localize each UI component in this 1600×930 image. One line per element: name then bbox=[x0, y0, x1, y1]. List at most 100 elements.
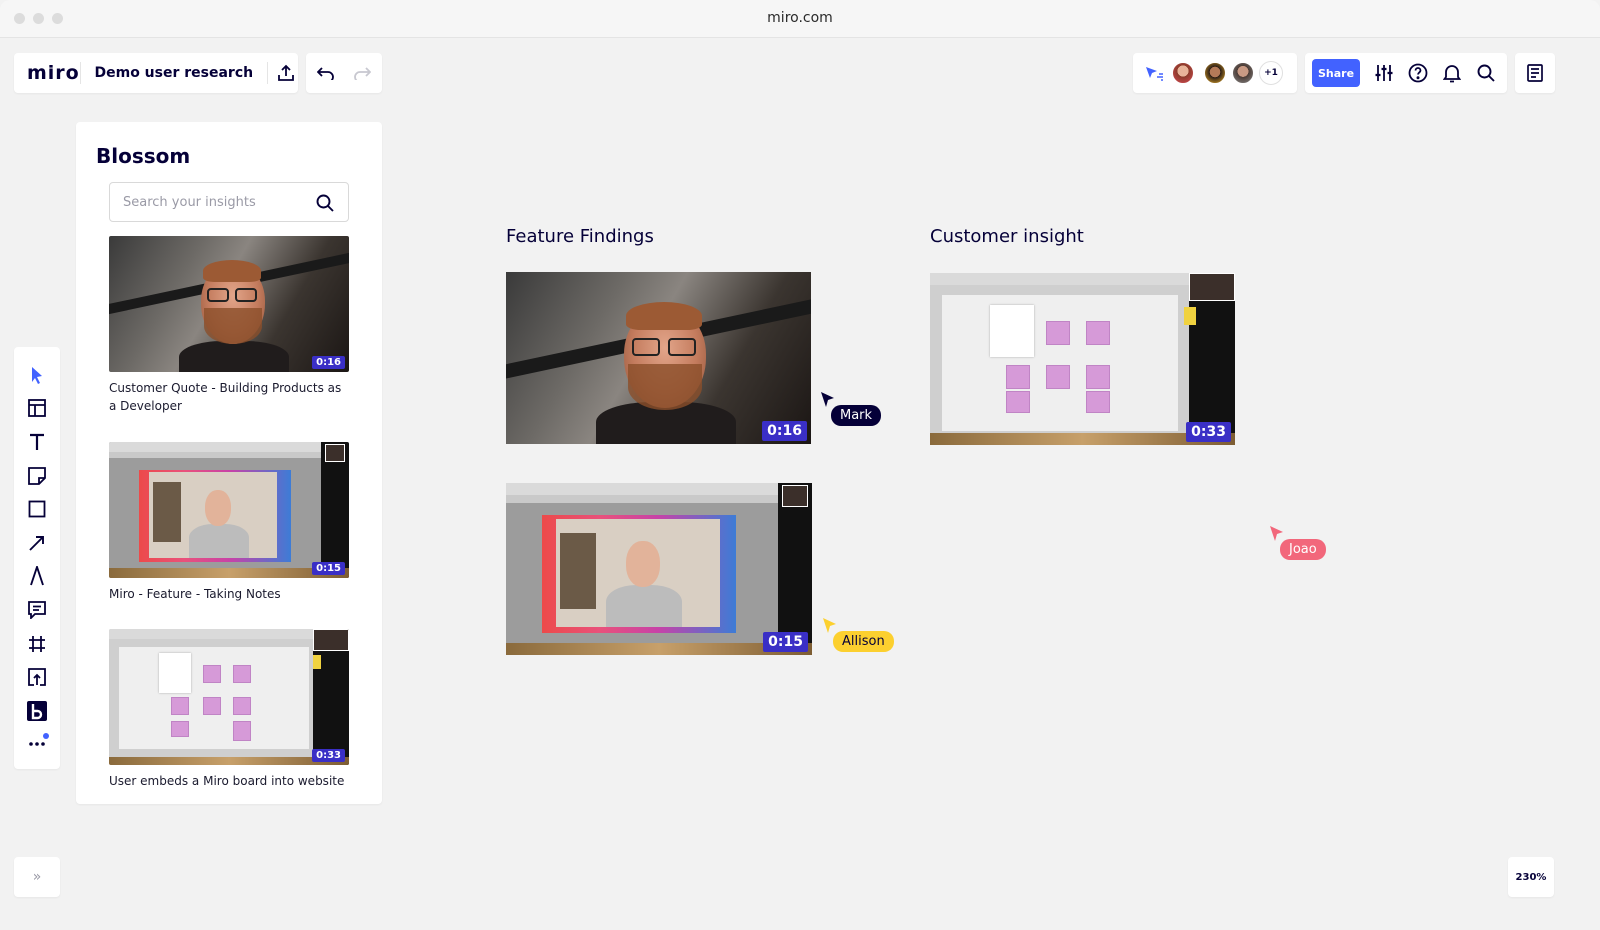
frame-title[interactable]: Feature Findings bbox=[506, 226, 654, 247]
connection-line-tool[interactable] bbox=[21, 526, 53, 560]
collaborators-panel: +1 bbox=[1133, 53, 1297, 93]
arrow-line-icon bbox=[29, 535, 44, 551]
face bbox=[626, 541, 660, 587]
shirt bbox=[179, 341, 289, 372]
card-caption: Customer Quote - Building Products as a … bbox=[109, 381, 342, 413]
share-button[interactable]: Share bbox=[1312, 59, 1360, 87]
frame-title[interactable]: Customer insight bbox=[930, 226, 1084, 247]
sticky bbox=[203, 697, 221, 715]
beard bbox=[628, 364, 702, 410]
context-menu bbox=[990, 305, 1034, 357]
help-icon bbox=[1408, 63, 1428, 83]
card-caption: User embeds a Miro board into website bbox=[109, 774, 345, 788]
export-button[interactable] bbox=[274, 57, 298, 89]
text-icon bbox=[30, 433, 44, 450]
shape-tool[interactable] bbox=[21, 492, 53, 526]
browser-bar bbox=[506, 483, 812, 495]
search-input[interactable] bbox=[123, 194, 313, 210]
sticky bbox=[233, 721, 251, 741]
comment-tool[interactable] bbox=[21, 593, 53, 627]
more-collaborators-badge[interactable]: +1 bbox=[1259, 61, 1283, 85]
divider bbox=[267, 62, 268, 84]
more-tools-button[interactable] bbox=[21, 728, 53, 762]
video-thumbnail[interactable]: 0:16 bbox=[109, 236, 349, 372]
upload-icon bbox=[28, 668, 46, 687]
cursor-follow-icon bbox=[1146, 67, 1163, 81]
blossom-app-tool[interactable] bbox=[21, 694, 53, 728]
video-card[interactable]: 0:15 bbox=[506, 483, 812, 655]
redo-icon bbox=[354, 67, 371, 80]
board-area bbox=[942, 295, 1178, 431]
board-title[interactable]: Demo user research bbox=[80, 65, 267, 81]
export-icon bbox=[278, 64, 294, 81]
sticky bbox=[203, 665, 221, 683]
picture-in-picture bbox=[782, 485, 808, 507]
yellow-sticky bbox=[1184, 307, 1196, 325]
sticky bbox=[1006, 391, 1030, 413]
redo-button[interactable] bbox=[346, 57, 378, 89]
search-button[interactable] bbox=[1470, 57, 1502, 89]
templates-icon bbox=[28, 399, 46, 418]
video-thumbnail[interactable]: 0:33 bbox=[109, 629, 349, 765]
black-panel bbox=[321, 442, 349, 578]
video-thumbnail[interactable]: 0:15 bbox=[109, 442, 349, 578]
browser-bar bbox=[506, 495, 812, 503]
browser-bar bbox=[109, 442, 349, 452]
pen-icon bbox=[30, 566, 44, 586]
duration-badge: 0:33 bbox=[1186, 422, 1231, 442]
undo-button[interactable] bbox=[310, 57, 342, 89]
sticky-note-tool[interactable] bbox=[21, 459, 53, 493]
bell-icon bbox=[1443, 65, 1461, 83]
browser-titlebar: miro.com bbox=[0, 0, 1600, 38]
panel-title: Blossom bbox=[96, 144, 191, 168]
more-icon bbox=[29, 742, 45, 747]
miro-logo[interactable]: miro bbox=[14, 62, 80, 84]
video-card[interactable]: 0:16 bbox=[506, 272, 811, 444]
duration-badge: 0:16 bbox=[762, 421, 807, 441]
notifications-button[interactable] bbox=[1436, 57, 1468, 89]
templates-tool[interactable] bbox=[21, 392, 53, 426]
square-icon bbox=[28, 500, 46, 518]
sweater bbox=[606, 585, 682, 627]
face bbox=[205, 490, 231, 526]
sticky-note-icon bbox=[28, 466, 46, 485]
avatar[interactable] bbox=[1203, 61, 1227, 85]
zoom-level[interactable]: 230% bbox=[1508, 857, 1554, 897]
collaborator-cursor-label: Allison bbox=[833, 631, 894, 652]
beard bbox=[204, 308, 262, 344]
glasses bbox=[632, 338, 660, 356]
black-panel bbox=[778, 483, 812, 655]
notification-dot bbox=[43, 732, 49, 739]
select-tool[interactable] bbox=[21, 358, 53, 392]
avatar[interactable] bbox=[1171, 61, 1195, 85]
blossom-panel: Blossom 0:16 Customer Quote - Building P… bbox=[76, 122, 382, 804]
expand-panel-button[interactable]: » bbox=[14, 857, 60, 897]
text-tool[interactable] bbox=[21, 425, 53, 459]
browser-bar bbox=[109, 452, 349, 458]
address-bar-url[interactable]: miro.com bbox=[0, 10, 1600, 26]
sticky bbox=[233, 697, 251, 715]
upload-tool[interactable] bbox=[21, 660, 53, 694]
glasses bbox=[235, 288, 257, 302]
follow-cursors-button[interactable] bbox=[1141, 57, 1167, 89]
settings-button[interactable] bbox=[1368, 57, 1400, 89]
sweater bbox=[189, 524, 249, 558]
pointer-icon bbox=[32, 366, 42, 384]
search-icon[interactable] bbox=[316, 194, 334, 212]
avatar[interactable] bbox=[1231, 61, 1255, 85]
hair bbox=[203, 260, 261, 282]
notes-panel-button[interactable] bbox=[1515, 53, 1555, 93]
joao-cursor-icon bbox=[1270, 526, 1283, 541]
help-button[interactable] bbox=[1402, 57, 1434, 89]
mark-cursor-icon bbox=[821, 392, 834, 407]
sticky bbox=[171, 721, 189, 737]
insight-card[interactable]: 0:16 Customer Quote - Building Products … bbox=[109, 236, 349, 415]
duration-badge: 0:16 bbox=[312, 356, 345, 369]
frame-tool[interactable] bbox=[21, 627, 53, 661]
pen-tool[interactable] bbox=[21, 560, 53, 594]
video-card[interactable]: 0:33 bbox=[930, 273, 1235, 445]
picture-in-picture bbox=[325, 444, 345, 462]
insight-card[interactable]: 0:33 User embeds a Miro board into websi… bbox=[109, 629, 349, 790]
blossom-b-icon bbox=[27, 700, 47, 721]
insight-card[interactable]: 0:15 Miro - Feature - Taking Notes bbox=[109, 442, 349, 603]
